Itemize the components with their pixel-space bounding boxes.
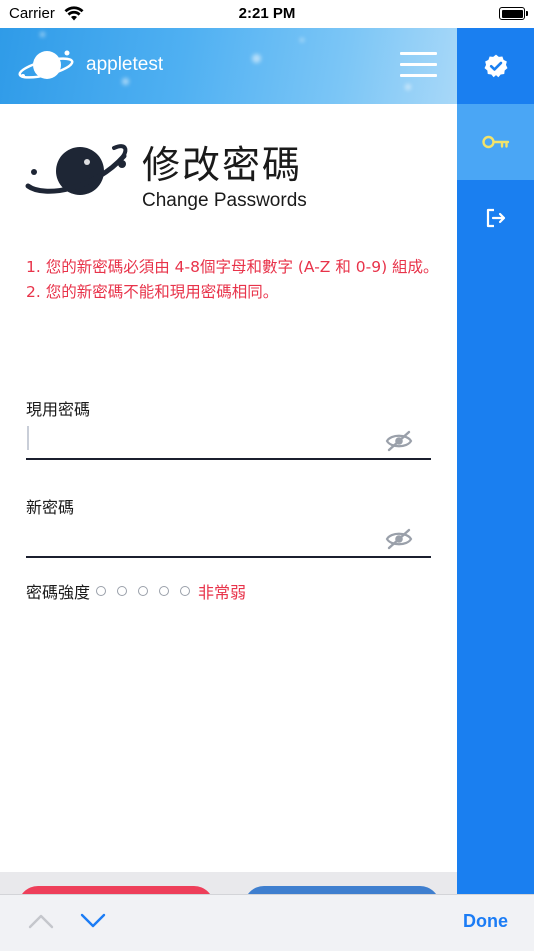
strength-dot <box>117 586 128 596</box>
page-title: 修改密碼 <box>142 143 303 187</box>
eye-off-icon[interactable] <box>385 430 413 452</box>
current-password-label: 現用密碼 <box>26 400 91 419</box>
strength-label: 密碼強度 <box>26 583 91 602</box>
current-password-field <box>26 422 431 460</box>
strength-level: 非常弱 <box>198 583 247 602</box>
password-strength: 密碼強度 非常弱 <box>26 579 246 603</box>
new-password-input[interactable] <box>26 520 376 554</box>
cancel-button[interactable] <box>18 886 214 894</box>
verified-badge-icon <box>484 54 507 78</box>
eye-off-icon[interactable] <box>385 528 413 550</box>
new-password-field <box>26 520 431 558</box>
strength-dot <box>180 586 191 596</box>
password-rule-2: 2. 您的新密碼不能和現用密碼相同。 <box>26 283 279 301</box>
clock: 2:21 PM <box>238 5 296 22</box>
app-title: appletest <box>86 54 164 75</box>
logout-icon <box>486 208 505 228</box>
planet-logo-icon <box>25 144 128 195</box>
battery-icon <box>499 7 528 20</box>
password-rule-1: 1. 您的新密碼必須由 4-8個字母和數字 (A-Z 和 0-9) 組成。 <box>26 258 439 276</box>
submit-button[interactable] <box>244 886 440 894</box>
current-password-input[interactable] <box>26 422 376 456</box>
page-subtitle: Change Passwords <box>142 190 307 211</box>
side-nav-verified[interactable] <box>457 28 534 104</box>
done-button[interactable]: Done <box>463 911 508 932</box>
hamburger-menu-icon[interactable] <box>400 50 437 80</box>
app-header: appletest <box>0 28 457 104</box>
key-icon <box>481 135 509 149</box>
strength-dot <box>96 586 107 596</box>
side-nav <box>457 28 534 894</box>
password-rules: 1. 您的新密碼必須由 4-8個字母和數字 (A-Z 和 0-9) 組成。 2.… <box>26 255 441 305</box>
new-password-label: 新密碼 <box>26 498 75 517</box>
status-bar: Carrier 2:21 PM <box>0 0 534 28</box>
strength-dot <box>138 586 149 596</box>
chevron-down-icon[interactable] <box>80 913 106 929</box>
action-bar <box>0 872 457 894</box>
side-nav-logout[interactable] <box>457 180 534 256</box>
side-nav-change-password[interactable] <box>457 104 534 180</box>
keyboard-toolbar: Done <box>0 894 534 951</box>
chevron-up-icon[interactable] <box>28 913 54 929</box>
strength-dot <box>159 586 170 596</box>
app-logo-icon <box>18 50 74 79</box>
